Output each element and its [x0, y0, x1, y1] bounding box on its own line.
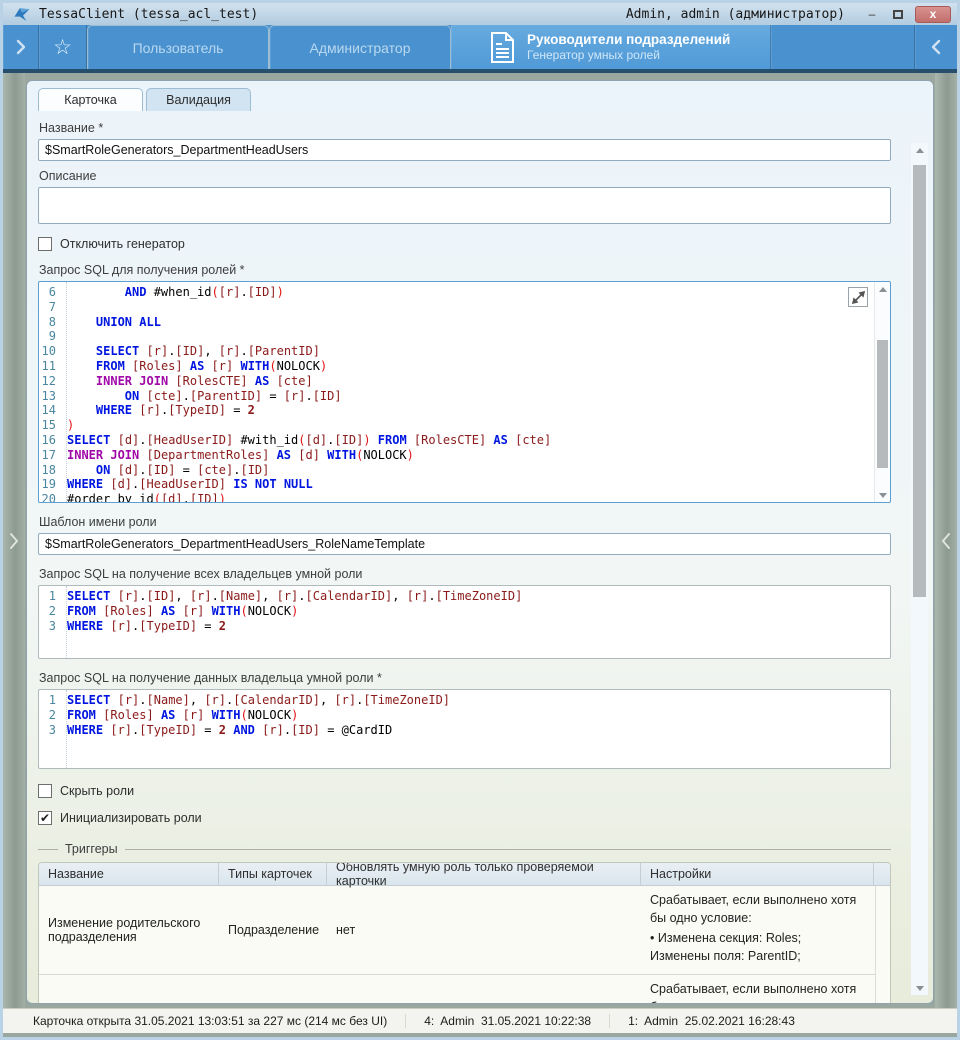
minimize-button[interactable]: – — [859, 6, 885, 23]
active-card-title: Руководители подразделений — [527, 32, 730, 47]
triggers-table: Название Типы карточек Обновлять умную р… — [38, 862, 891, 1004]
toolbar-back-button[interactable] — [3, 25, 39, 69]
column-header-update-only[interactable]: Обновлять умную роль только проверяемой … — [327, 863, 641, 885]
triggers-group-header: Триггеры — [38, 842, 891, 856]
scroll-down-arrow[interactable] — [875, 488, 890, 502]
scroll-thumb[interactable] — [877, 340, 888, 468]
right-panel-expander[interactable] — [935, 73, 957, 1008]
table-row[interactable]: Изменение родительского подразделения По… — [39, 886, 890, 974]
roles-sql-code: 6 AND #when_id([r].[ID])7 8 UNION ALL9 1… — [39, 285, 890, 503]
favorites-button[interactable]: ☆ — [39, 25, 87, 69]
editor-scrollbar[interactable] — [874, 282, 890, 502]
description-input[interactable] — [38, 187, 891, 224]
owner-data-sql-label: Запрос SQL на получение данных владельца… — [39, 671, 891, 685]
title-bar: TessaClient (tessa_acl_test) Admin, admi… — [3, 3, 957, 25]
settings-condition-header: Срабатывает, если выполнено хотя бы одно… — [650, 981, 858, 1004]
triggers-table-header: Название Типы карточек Обновлять умную р… — [39, 863, 890, 886]
trigger-update-only: нет — [327, 975, 641, 1004]
chevron-left-icon — [940, 530, 952, 552]
card-panel: Карточка Валидация Название * $SmartRole… — [26, 80, 934, 1004]
init-roles-label: Инициализировать роли — [60, 811, 202, 825]
maximize-button[interactable] — [885, 6, 911, 23]
form-scrollbar[interactable] — [911, 143, 928, 995]
current-user-label: Admin, admin (администратор) — [626, 7, 845, 22]
roles-sql-editor[interactable]: 6 AND #when_id([r].[ID])7 8 UNION ALL9 1… — [38, 281, 891, 503]
disable-generator-row[interactable]: Отключить генератор — [38, 237, 891, 251]
trigger-card-types: Подразделение — [219, 975, 327, 1004]
maximize-icon — [893, 10, 903, 19]
trigger-settings: Срабатывает, если выполнено хотя бы одно… — [641, 975, 872, 1004]
init-roles-checkbox[interactable]: ✔ — [38, 811, 52, 825]
document-icon — [489, 32, 515, 63]
status-modified: 4: Admin 31.05.2021 10:22:38 — [405, 1014, 609, 1028]
main-toolbar: ☆ Пользователь Администратор Руководител… — [3, 25, 957, 73]
template-input[interactable]: $SmartRoleGenerators_DepartmentHeadUsers… — [38, 533, 891, 555]
init-roles-row[interactable]: ✔ Инициализировать роли — [38, 811, 891, 825]
window-frame-bottom — [3, 1033, 957, 1037]
trigger-name: Изменение руководителя подразделения — [39, 975, 219, 1004]
trigger-settings: Срабатывает, если выполнено хотя бы одно… — [641, 886, 872, 974]
owners-sql-code: 1SELECT [r].[ID], [r].[Name], [r].[Calen… — [39, 589, 890, 633]
toolbar-tab-user[interactable]: Пользователь — [87, 25, 269, 69]
chevron-right-icon — [8, 530, 20, 552]
toolbar-forward-button[interactable] — [915, 25, 957, 69]
window-title: TessaClient (tessa_acl_test) — [39, 7, 626, 22]
content-region: Карточка Валидация Название * $SmartRole… — [3, 73, 957, 1008]
column-header-card-types[interactable]: Типы карточек — [219, 863, 327, 885]
chevron-right-icon — [15, 38, 26, 56]
owner-data-sql-code: 1SELECT [r].[Name], [r].[CalendarID], [r… — [39, 693, 890, 737]
active-card-subtitle: Генератор умных ролей — [527, 48, 730, 62]
hide-roles-row[interactable]: Скрыть роли — [38, 784, 891, 798]
settings-condition-item: • Изменена секция: Roles; Изменены поля:… — [650, 930, 858, 965]
card-form: Название * $SmartRoleGenerators_Departme… — [27, 111, 933, 1003]
hide-roles-label: Скрыть роли — [60, 784, 134, 798]
column-header-scroll-spacer — [874, 863, 890, 885]
template-label: Шаблон имени роли — [39, 515, 891, 529]
scroll-up-arrow[interactable] — [911, 143, 928, 157]
settings-condition-header: Срабатывает, если выполнено хотя бы одно… — [650, 892, 858, 927]
gutter-rule — [66, 690, 67, 768]
left-panel-expander[interactable] — [3, 73, 25, 1008]
description-label: Описание — [39, 169, 891, 183]
scroll-down-arrow[interactable] — [911, 981, 928, 995]
close-button[interactable]: x — [915, 6, 951, 23]
column-header-name[interactable]: Название — [39, 863, 219, 885]
scroll-thumb[interactable] — [913, 165, 926, 597]
hide-roles-checkbox[interactable] — [38, 784, 52, 798]
status-created: 1: Admin 25.02.2021 16:28:43 — [609, 1014, 813, 1028]
tab-validation[interactable]: Валидация — [146, 88, 251, 111]
name-input[interactable]: $SmartRoleGenerators_DepartmentHeadUsers — [38, 139, 891, 161]
name-label: Название * — [39, 121, 891, 135]
disable-generator-label: Отключить генератор — [60, 237, 185, 251]
expand-editor-button[interactable] — [848, 287, 868, 307]
card-tab-strip: Карточка Валидация — [27, 81, 933, 111]
status-bar: Карточка открыта 31.05.2021 13:03:51 за … — [3, 1008, 957, 1033]
owners-sql-editor[interactable]: 1SELECT [r].[ID], [r].[Name], [r].[Calen… — [38, 585, 891, 659]
column-header-settings[interactable]: Настройки — [641, 863, 874, 885]
trigger-name: Изменение родительского подразделения — [39, 886, 219, 974]
toolbar-tab-admin[interactable]: Администратор — [269, 25, 451, 69]
owners-sql-label: Запрос SQL на получение всех владельцев … — [39, 567, 891, 581]
trigger-card-types: Подразделение — [219, 886, 327, 974]
trigger-update-only: нет — [327, 886, 641, 974]
gutter-rule — [66, 282, 67, 502]
tessa-logo-icon — [13, 7, 31, 22]
status-opened: Карточка открыта 31.05.2021 13:03:51 за … — [3, 1014, 405, 1028]
triggers-group-label: Триггеры — [58, 842, 125, 856]
toolbar-spacer — [771, 25, 915, 69]
expand-icon — [852, 291, 865, 304]
table-scrollbar[interactable] — [875, 886, 890, 1004]
owner-data-sql-editor[interactable]: 1SELECT [r].[Name], [r].[CalendarID], [r… — [38, 689, 891, 769]
app-window: TessaClient (tessa_acl_test) Admin, admi… — [3, 3, 957, 1037]
table-row[interactable]: Изменение руководителя подразделения Под… — [39, 974, 890, 1004]
tab-card[interactable]: Карточка — [38, 88, 143, 111]
disable-generator-checkbox[interactable] — [38, 237, 52, 251]
chevron-left-icon — [931, 38, 942, 56]
toolbar-tab-active-card[interactable]: Руководители подразделений Генератор умн… — [451, 25, 771, 69]
roles-sql-label: Запрос SQL для получения ролей * — [39, 263, 891, 277]
scroll-up-arrow[interactable] — [875, 282, 890, 296]
gutter-rule — [66, 586, 67, 658]
